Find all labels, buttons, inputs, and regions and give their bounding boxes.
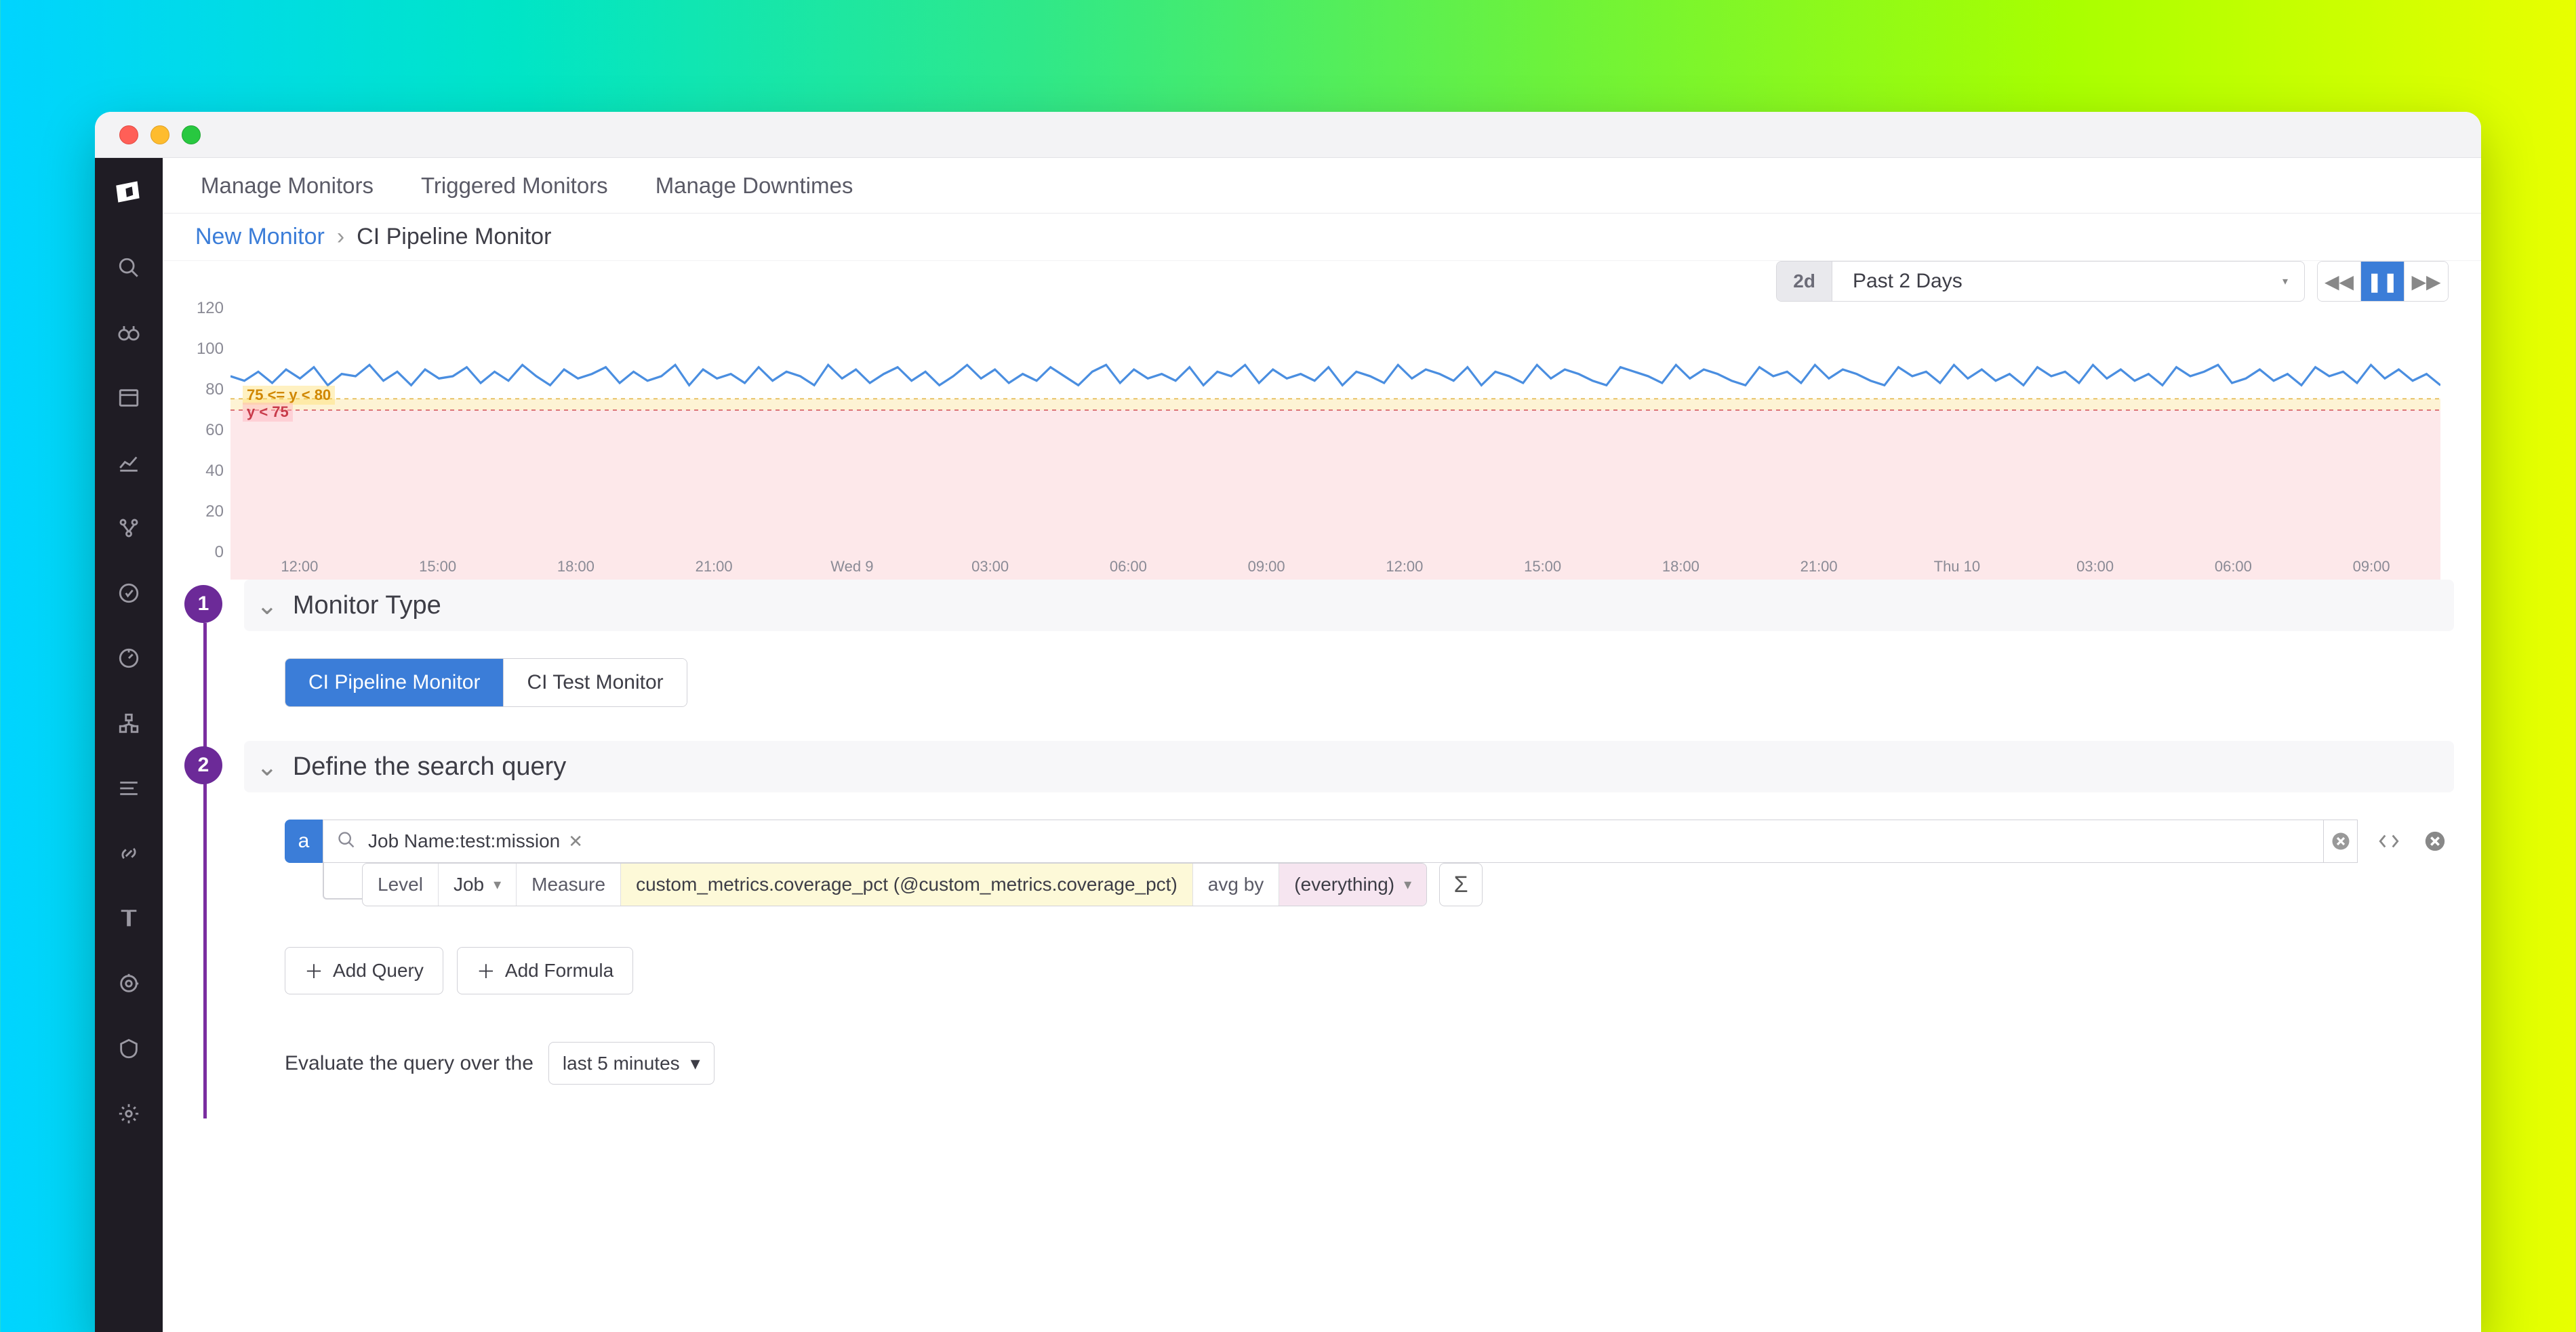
level-dropdown[interactable]: Job ▾ bbox=[439, 864, 517, 906]
dashboard-icon[interactable] bbox=[113, 382, 145, 414]
breadcrumb-current: CI Pipeline Monitor bbox=[357, 224, 551, 250]
remove-tag-icon[interactable]: ✕ bbox=[568, 831, 583, 852]
step-2-title: Define the search query bbox=[293, 752, 566, 782]
measure-value: custom_metrics.coverage_pct (@custom_met… bbox=[636, 874, 1178, 895]
pill-ci-pipeline[interactable]: CI Pipeline Monitor bbox=[285, 659, 504, 706]
time-forward-button[interactable]: ▶▶ bbox=[2404, 262, 2448, 301]
step-1-badge: 1 bbox=[184, 585, 222, 623]
filter-tag[interactable]: Job Name:test:mission ✕ bbox=[368, 830, 583, 852]
group-value: (everything) bbox=[1294, 874, 1394, 895]
nav-triggered-monitors[interactable]: Triggered Monitors bbox=[421, 173, 608, 199]
filter-tag-text: Job Name:test:mission bbox=[368, 830, 560, 852]
link-icon[interactable] bbox=[113, 837, 145, 870]
titlebar bbox=[95, 112, 2481, 158]
metrics-icon[interactable] bbox=[113, 447, 145, 479]
eval-window-dropdown[interactable]: last 5 minutes ▾ bbox=[548, 1042, 715, 1085]
chevron-down-icon: ⌄ bbox=[256, 752, 278, 782]
chart-container: 02040608010012012:0015:0018:0021:00Wed 9… bbox=[163, 288, 2481, 580]
query-connector bbox=[323, 862, 362, 900]
time-range-selector[interactable]: 2d Past 2 Days ▾ bbox=[1776, 261, 2305, 302]
add-query-button[interactable]: ＋ Add Query bbox=[285, 947, 443, 994]
time-pager: ◀◀ ❚❚ ▶▶ bbox=[2317, 261, 2449, 302]
search-icon[interactable] bbox=[113, 251, 145, 284]
measure-label: Measure bbox=[517, 864, 621, 906]
add-formula-label: Add Formula bbox=[505, 960, 613, 982]
integrations-icon[interactable] bbox=[113, 707, 145, 740]
close-window-button[interactable] bbox=[119, 125, 138, 144]
step-connector-line bbox=[203, 623, 207, 1118]
query-letter[interactable]: a bbox=[285, 820, 323, 863]
query-row: a Job Name:test:mission ✕ bbox=[285, 820, 2454, 863]
nav-manage-downtimes[interactable]: Manage Downtimes bbox=[656, 173, 853, 199]
apm-icon[interactable] bbox=[113, 642, 145, 674]
remove-query-button[interactable] bbox=[2416, 822, 2454, 860]
step-1-title: Monitor Type bbox=[293, 591, 441, 620]
measure-dropdown[interactable]: custom_metrics.coverage_pct (@custom_met… bbox=[621, 864, 1193, 906]
step-2: 2 ⌄ Define the search query a bbox=[244, 741, 2481, 1118]
add-formula-button[interactable]: ＋ Add Formula bbox=[457, 947, 633, 994]
step-2-badge: 2 bbox=[184, 746, 222, 784]
level-label: Level bbox=[363, 864, 439, 906]
binoculars-icon[interactable] bbox=[113, 317, 145, 349]
eval-label: Evaluate the query over the bbox=[285, 1052, 534, 1075]
monitor-type-toggle: CI Pipeline Monitor CI Test Monitor bbox=[285, 658, 687, 707]
breadcrumb: New Monitor › CI Pipeline Monitor bbox=[163, 214, 2481, 261]
add-buttons: ＋ Add Query ＋ Add Formula bbox=[285, 947, 2454, 994]
monitors-icon[interactable] bbox=[113, 577, 145, 609]
maximize-window-button[interactable] bbox=[182, 125, 201, 144]
infrastructure-icon[interactable] bbox=[113, 512, 145, 544]
code-view-button[interactable] bbox=[2370, 822, 2408, 860]
level-value: Job bbox=[454, 874, 484, 895]
add-query-label: Add Query bbox=[333, 960, 424, 982]
breadcrumb-separator: › bbox=[337, 224, 344, 250]
query-search-input[interactable]: Job Name:test:mission ✕ bbox=[323, 820, 2324, 863]
time-back-button[interactable]: ◀◀ bbox=[2318, 262, 2361, 301]
time-pause-button[interactable]: ❚❚ bbox=[2361, 262, 2404, 301]
main-content: Manage Monitors Triggered Monitors Manag… bbox=[163, 158, 2481, 1332]
step-1-header[interactable]: ⌄ Monitor Type bbox=[244, 580, 2454, 631]
time-range-pill: 2d bbox=[1777, 262, 1832, 301]
datadog-logo[interactable] bbox=[108, 171, 149, 212]
dropdown-caret-icon: ▾ bbox=[1404, 876, 1411, 893]
coverage-chart[interactable]: 02040608010012012:0015:0018:0021:00Wed 9… bbox=[230, 308, 2440, 580]
window-controls bbox=[119, 125, 201, 144]
search-icon bbox=[337, 830, 356, 853]
nav-manage-monitors[interactable]: Manage Monitors bbox=[201, 173, 374, 199]
logs-icon[interactable] bbox=[113, 772, 145, 805]
time-range-label: Past 2 Days bbox=[1832, 270, 2266, 293]
eval-window-value: last 5 minutes bbox=[563, 1053, 680, 1074]
group-by-dropdown[interactable]: (everything) ▾ bbox=[1279, 864, 1426, 906]
chevron-down-icon: ⌄ bbox=[256, 590, 278, 621]
dropdown-caret-icon: ▾ bbox=[2266, 275, 2304, 288]
notebooks-icon[interactable] bbox=[113, 902, 145, 935]
pill-ci-test[interactable]: CI Test Monitor bbox=[504, 659, 686, 706]
evaluation-window: Evaluate the query over the last 5 minut… bbox=[285, 1042, 2454, 1085]
step-1: 1 ⌄ Monitor Type CI Pipeline Monitor CI … bbox=[244, 580, 2481, 741]
time-picker: 2d Past 2 Days ▾ ◀◀ ❚❚ ▶▶ bbox=[1776, 261, 2449, 302]
aggr-label: avg by bbox=[1193, 864, 1280, 906]
settings-icon[interactable] bbox=[113, 1097, 145, 1130]
left-sidebar bbox=[95, 158, 163, 1332]
plus-icon: ＋ bbox=[304, 957, 323, 984]
aggregation-button[interactable]: Σ bbox=[1439, 863, 1483, 906]
minimize-window-button[interactable] bbox=[150, 125, 169, 144]
security-icon[interactable] bbox=[113, 1032, 145, 1065]
plus-icon: ＋ bbox=[477, 957, 496, 984]
step-2-header[interactable]: ⌄ Define the search query bbox=[244, 741, 2454, 792]
app-window: Manage Monitors Triggered Monitors Manag… bbox=[95, 112, 2481, 1332]
query-segments: Level Job ▾ Measure custom_metrics.cover… bbox=[362, 863, 1427, 906]
clear-query-button[interactable] bbox=[2324, 820, 2358, 863]
dropdown-caret-icon: ▾ bbox=[691, 1052, 700, 1074]
top-nav: Manage Monitors Triggered Monitors Manag… bbox=[163, 158, 2481, 214]
query-config-row: Level Job ▾ Measure custom_metrics.cover… bbox=[323, 863, 2454, 906]
ci-icon[interactable] bbox=[113, 967, 145, 1000]
dropdown-caret-icon: ▾ bbox=[494, 876, 501, 893]
breadcrumb-new-monitor[interactable]: New Monitor bbox=[195, 224, 325, 250]
